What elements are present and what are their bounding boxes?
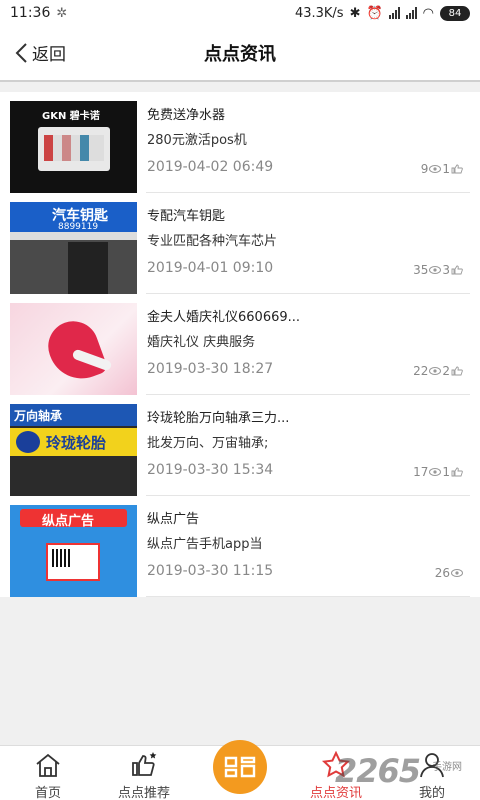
like-count: 1 [442,162,450,176]
tab-center[interactable] [192,740,288,800]
item-stats: 17 1 [413,465,464,479]
watermark-logo: 2265 [335,752,421,790]
center-action-button[interactable] [213,740,267,794]
thumbs-up-star-icon [132,752,157,776]
item-title: 玲珑轮胎万向轴承三力... [147,411,290,426]
eye-icon [429,468,442,476]
tab-home[interactable]: 首页 [0,746,96,800]
list-item[interactable]: 万向轴承 玲珑轮胎 玲珑轮胎万向轴承三力... 批发万向、万宙轴承; 2019-… [0,395,480,496]
thumbs-up-icon [451,164,463,174]
tab-recommend-label: 点点推荐 [117,786,170,800]
home-icon [36,753,60,777]
list-item[interactable]: 汽车钥匙 8899119 专配汽车钥匙 专业匹配各种汽车芯片 2019-04-0… [0,193,480,294]
thumbs-up-icon [451,366,463,376]
like-count: 2 [442,364,450,378]
status-time: 11:36 [10,5,51,21]
item-subtitle: 批发万向、万宙轴承; [147,436,269,451]
item-date: 2019-04-02 06:49 [147,159,274,175]
item-info: 专配汽车钥匙 专业匹配各种汽车芯片 2019-04-01 09:10 35 3 [146,202,470,294]
thumbnail-tire-shop: 万向轴承 玲珑轮胎 [10,404,137,496]
item-stats: 9 1 [421,162,464,176]
item-stats: 35 3 [413,263,464,277]
list-item[interactable]: 金夫人婚庆礼仪660669... 婚庆礼仪 庆典服务 2019-03-30 18… [0,294,480,395]
item-date: 2019-03-30 18:27 [147,361,274,377]
item-date: 2019-03-30 15:34 [147,462,274,478]
item-title: 免费送净水器 [147,108,226,123]
list-item[interactable]: 纵点广告 纵点广告 纵点广告手机app当 2019-03-30 11:15 26 [0,496,480,597]
like-count: 1 [442,465,450,479]
view-count: 22 [413,364,429,378]
item-title: 专配汽车钥匙 [147,209,226,224]
thumbnail-red-shoes [10,303,137,395]
thumbnail-ad-poster: 纵点广告 [10,505,137,597]
eye-icon [429,266,442,274]
bluetooth-icon: ✱ [349,5,361,21]
signal-icon [388,7,400,19]
item-title: 纵点广告 [147,512,200,527]
settings-gear-icon: ✲ [56,5,68,21]
page-title: 点点资讯 [204,44,276,65]
thumb-sign-text: 万向轴承 [14,409,63,423]
list-item[interactable]: GKN 碧卡诺 免费送净水器 280元激活pos机 2019-04-02 06:… [0,92,480,193]
thumbnail-water-purifier: GKN 碧卡诺 [10,101,137,193]
item-stats: 22 2 [413,364,464,378]
thumb-poster-title: 纵点广告 [42,514,95,529]
thumbs-up-icon [451,265,463,275]
view-count: 26 [434,566,450,580]
item-info: 免费送净水器 280元激活pos机 2019-04-02 06:49 9 1 [146,101,470,193]
thumb-sign-text-2: 玲珑轮胎 [46,434,107,452]
item-subtitle: 纵点广告手机app当 [147,537,263,552]
item-subtitle: 280元激活pos机 [147,133,247,148]
eye-icon [429,165,442,173]
item-title: 金夫人婚庆礼仪660669... [147,310,301,325]
item-info: 玲珑轮胎万向轴承三力... 批发万向、万宙轴承; 2019-03-30 15:3… [146,404,470,496]
view-count: 9 [420,162,429,176]
item-stats: 26 [435,566,464,580]
tab-home-label: 首页 [34,786,61,800]
view-count: 35 [413,263,429,277]
header: 返回 点点资讯 [0,26,480,82]
network-speed: 43.3K/s [294,5,344,21]
thumbs-up-icon [451,467,463,477]
thumb-sign-phone: 8899119 [58,222,99,232]
thumb-brand: GKN 碧卡诺 [42,111,100,122]
item-info: 金夫人婚庆礼仪660669... 婚庆礼仪 庆典服务 2019-03-30 18… [146,303,470,395]
status-bar: 11:36 ✲ 43.3K/s ✱ ⏰ ◠ 84 [0,0,480,26]
dots-logo-icon [224,756,256,778]
battery-indicator: 84 [440,5,470,21]
wifi-icon: ◠ [422,5,434,21]
alarm-icon: ⏰ [366,5,383,21]
watermark-subtext: 手游网 [432,762,462,773]
eye-icon [451,569,463,577]
like-count: 3 [442,263,450,277]
thumbnail-car-key-shop: 汽车钥匙 8899119 [10,202,137,294]
news-list: GKN 碧卡诺 免费送净水器 280元激活pos机 2019-04-02 06:… [0,92,480,597]
item-date: 2019-04-01 09:10 [147,260,274,276]
view-count: 17 [413,465,429,479]
tab-recommend[interactable]: 点点推荐 [96,746,192,800]
item-subtitle: 专业匹配各种汽车芯片 [147,234,278,249]
eye-icon [429,367,442,375]
item-subtitle: 婚庆礼仪 庆典服务 [147,335,256,350]
signal-icon-2 [405,7,417,19]
item-date: 2019-03-30 11:15 [147,563,274,579]
item-info: 纵点广告 纵点广告手机app当 2019-03-30 11:15 26 [146,505,470,597]
